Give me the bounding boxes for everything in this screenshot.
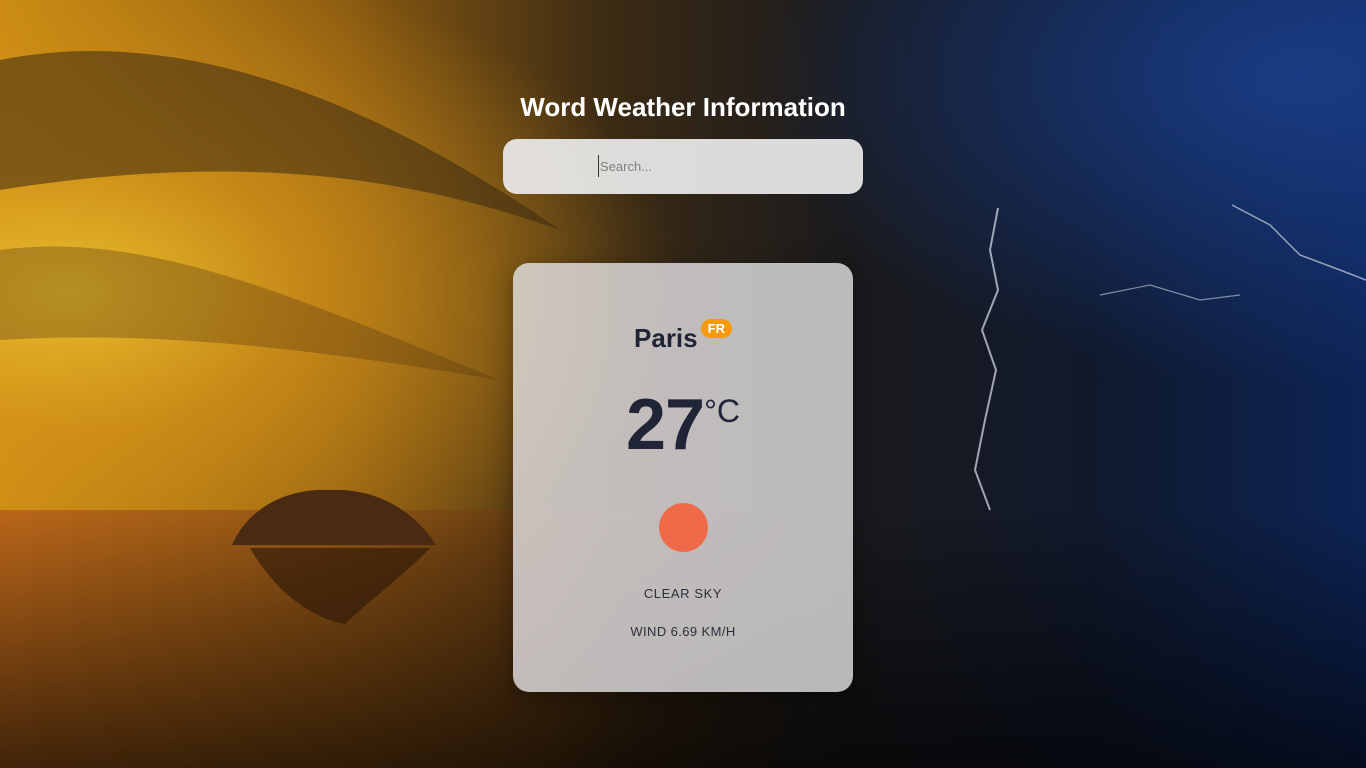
sun-icon — [659, 503, 708, 552]
weather-description: CLEAR SKY — [643, 586, 723, 601]
temperature-unit: °C — [704, 393, 740, 429]
search-input[interactable] — [598, 155, 840, 177]
city-row: Paris FR — [513, 318, 853, 354]
city-name: Paris — [634, 323, 698, 353]
wind-speed: WIND 6.69 KM/H — [630, 624, 736, 639]
temperature-value: 27 — [626, 385, 705, 465]
search-bar — [503, 139, 863, 194]
page-title: Word Weather Information — [520, 92, 846, 122]
weather-card: Paris FR 27°C CLEAR SKY WIND 6.69 KM/H — [513, 263, 853, 692]
temperature: 27°C — [513, 389, 853, 461]
country-badge: FR — [700, 318, 732, 338]
